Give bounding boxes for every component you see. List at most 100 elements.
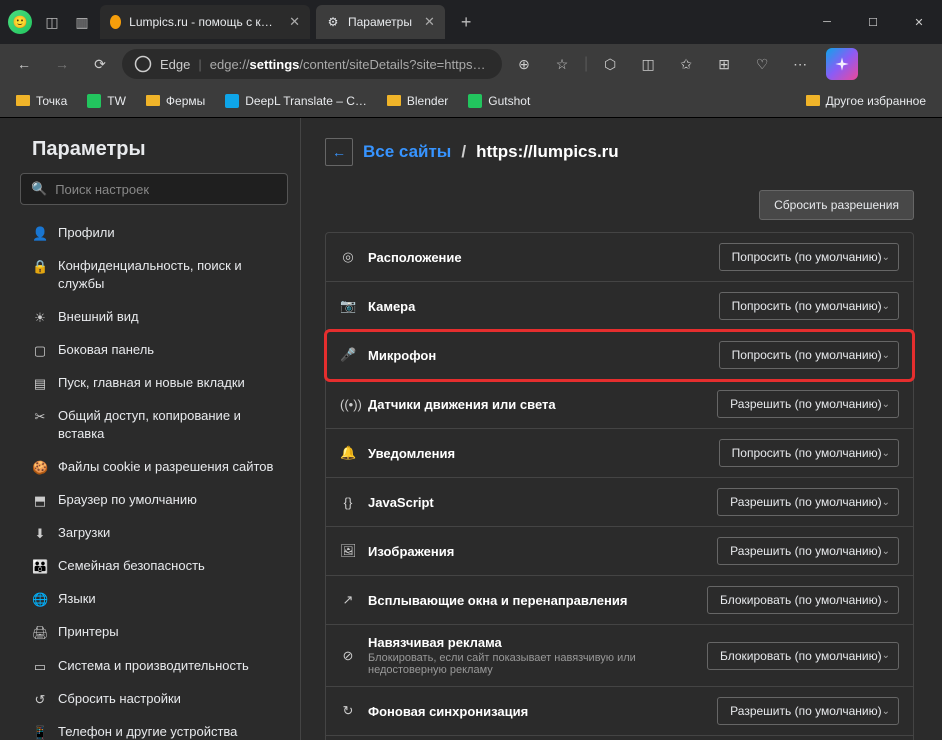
permission-row-изображения: 🖼 Изображения Разрешить (по умолчанию) ⌄ [326, 527, 913, 576]
permission-label: Уведомления [368, 446, 707, 461]
close-icon[interactable]: ✕ [424, 14, 435, 30]
permission-subtitle: Блокировать, если сайт показывает навязч… [368, 652, 695, 676]
permissions-list: ◎ Расположение Попросить (по умолчанию) … [325, 232, 914, 740]
chevron-down-icon: ⌄ [882, 301, 890, 312]
permission-select[interactable]: Блокировать (по умолчанию) ⌄ [707, 586, 899, 614]
sidebar-item-4[interactable]: ▤Пуск, главная и новые вкладки [20, 367, 288, 400]
chevron-down-icon: ⌄ [882, 252, 890, 263]
bookmark-gutshot[interactable]: Gutshot [460, 90, 538, 112]
performance-icon[interactable]: ♡ [746, 48, 778, 80]
refresh-button[interactable]: ⟳ [84, 48, 116, 80]
permission-select[interactable]: Разрешить (по умолчанию) ⌄ [717, 390, 899, 418]
permission-value: Разрешить (по умолчанию) [730, 397, 881, 411]
sidebar-icon: ☀ [32, 309, 48, 327]
permission-row-расположение: ◎ Расположение Попросить (по умолчанию) … [326, 233, 913, 282]
bookmark-tw[interactable]: TW [79, 90, 134, 112]
sidebar-item-label: Браузер по умолчанию [58, 491, 197, 509]
permission-icon: ↗ [340, 592, 356, 608]
tab-lumpics[interactable]: Lumpics.ru - помощь с компьют… ✕ [100, 5, 310, 39]
forward-button[interactable]: → [46, 48, 78, 80]
permission-value: Попросить (по умолчанию) [732, 348, 882, 362]
profile-avatar[interactable]: 🙂 [8, 10, 32, 34]
permission-row-камера: 📷 Камера Попросить (по умолчанию) ⌄ [326, 282, 913, 331]
permission-icon: ◎ [340, 249, 356, 265]
permission-select[interactable]: Разрешить (по умолчанию) ⌄ [717, 697, 899, 725]
bookmark-fermy[interactable]: Фермы [138, 90, 213, 112]
copilot-button[interactable] [826, 48, 858, 80]
maximize-button[interactable]: ☐ [850, 2, 896, 42]
permission-row-всплывающие-окна-и-перенаправления: ↗ Всплывающие окна и перенаправления Бло… [326, 576, 913, 625]
permission-value: Попросить (по умолчанию) [732, 250, 882, 264]
sidebar-item-7[interactable]: ⬒Браузер по умолчанию [20, 484, 288, 517]
bookmark-other[interactable]: Другое избранное [798, 90, 934, 112]
permission-select[interactable]: Попросить (по умолчанию) ⌄ [719, 341, 899, 369]
menu-icon[interactable]: ⋯ [784, 48, 816, 80]
permission-select[interactable]: Разрешить (по умолчанию) ⌄ [717, 488, 899, 516]
permission-row-микрофон: 🎤 Микрофон Попросить (по умолчанию) ⌄ [326, 331, 913, 380]
breadcrumb: ← Все сайты / https://lumpics.ru [325, 138, 914, 166]
bookmark-tochka[interactable]: Точка [8, 90, 75, 112]
permission-row-навязчивая-реклама: ⊘ Навязчивая рекламаБлокировать, если са… [326, 625, 913, 687]
collections-icon[interactable]: ⊞ [708, 48, 740, 80]
favorites-icon[interactable]: ✩ [670, 48, 702, 80]
sidebar-item-0[interactable]: 👤Профили [20, 217, 288, 250]
permission-select[interactable]: Попросить (по умолчанию) ⌄ [719, 439, 899, 467]
sidebar-item-11[interactable]: 🖨Принтеры [20, 616, 288, 649]
bookmark-blender[interactable]: Blender [379, 90, 456, 112]
new-tab-button[interactable]: + [451, 12, 482, 33]
permission-select[interactable]: Попросить (по умолчанию) ⌄ [719, 292, 899, 320]
folder-icon [16, 95, 30, 106]
reset-permissions-button[interactable]: Сбросить разрешения [759, 190, 914, 220]
sidebar-item-label: Профили [58, 224, 115, 242]
url-text: edge://settings/content/siteDetails?site… [210, 57, 486, 72]
back-button[interactable]: ← [8, 48, 40, 80]
sidebar-item-10[interactable]: 🌐Языки [20, 583, 288, 616]
sidebar-item-13[interactable]: ↺Сбросить настройки [20, 683, 288, 716]
permission-value: Блокировать (по умолчанию) [720, 593, 882, 607]
sidebar-item-14[interactable]: 📱Телефон и другие устройства [20, 716, 288, 740]
permission-select[interactable]: Блокировать (по умолчанию) ⌄ [707, 642, 899, 670]
permission-label: Навязчивая рекламаБлокировать, если сайт… [368, 635, 695, 676]
permission-value: Разрешить (по умолчанию) [730, 495, 881, 509]
permission-icon: ⊘ [340, 648, 356, 664]
bookmark-deepl[interactable]: DeepL Translate – C… [217, 90, 375, 112]
edge-label: Edge [160, 57, 190, 72]
sidebar-item-12[interactable]: ▭Система и производительность [20, 650, 288, 683]
close-icon[interactable]: ✕ [289, 14, 300, 30]
permission-select[interactable]: Разрешить (по умолчанию) ⌄ [717, 537, 899, 565]
sidebar-icon: 🔒 [32, 258, 48, 276]
sidebar-item-2[interactable]: ☀Внешний вид [20, 301, 288, 334]
workspaces-icon[interactable]: ◫ [42, 14, 62, 31]
sidebar-item-9[interactable]: 👪Семейная безопасность [20, 550, 288, 583]
sidebar-icon: 🍪 [32, 459, 48, 477]
address-bar[interactable]: Edge | edge://settings/content/siteDetai… [122, 49, 502, 79]
permission-label: Камера [368, 299, 707, 314]
search-input[interactable]: 🔍 Поиск настроек [20, 173, 288, 205]
search-icon[interactable]: ⊕ [508, 48, 540, 80]
permission-row-javascript: {} JavaScript Разрешить (по умолчанию) ⌄ [326, 478, 913, 527]
edge-icon [134, 55, 152, 73]
sidebar-item-5[interactable]: ✂Общий доступ, копирование и вставка [20, 400, 288, 450]
sidebar-item-8[interactable]: ⬇Загрузки [20, 517, 288, 550]
split-icon[interactable]: ◫ [632, 48, 664, 80]
tab-settings[interactable]: ⚙ Параметры ✕ [316, 5, 445, 39]
deepl-icon [225, 94, 239, 108]
sidebar-item-label: Файлы cookie и разрешения сайтов [58, 458, 273, 476]
favicon-lumpics [110, 15, 121, 29]
sidebar-item-1[interactable]: 🔒Конфиденциальность, поиск и службы [20, 250, 288, 300]
sidebar-item-6[interactable]: 🍪 Файлы cookie и разрешения сайтов [20, 451, 288, 484]
sidebar-item-3[interactable]: ▢Боковая панель [20, 334, 288, 367]
chevron-down-icon: ⌄ [882, 497, 890, 508]
permission-value: Блокировать (по умолчанию) [720, 649, 882, 663]
close-button[interactable]: ✕ [896, 2, 942, 42]
breadcrumb-back-button[interactable]: ← [325, 138, 353, 166]
favorite-icon[interactable]: ☆ [546, 48, 578, 80]
vertical-tabs-icon[interactable]: ▥ [72, 14, 92, 31]
minimize-button[interactable]: ─ [804, 2, 850, 42]
extensions-icon[interactable]: ⬡ [594, 48, 626, 80]
permission-select[interactable]: Попросить (по умолчанию) ⌄ [719, 243, 899, 271]
sheet-icon [87, 94, 101, 108]
sidebar-item-label: Общий доступ, копирование и вставка [58, 407, 276, 443]
breadcrumb-all-sites[interactable]: Все сайты [363, 142, 451, 162]
sidebar-item-label: Система и производительность [58, 657, 249, 675]
